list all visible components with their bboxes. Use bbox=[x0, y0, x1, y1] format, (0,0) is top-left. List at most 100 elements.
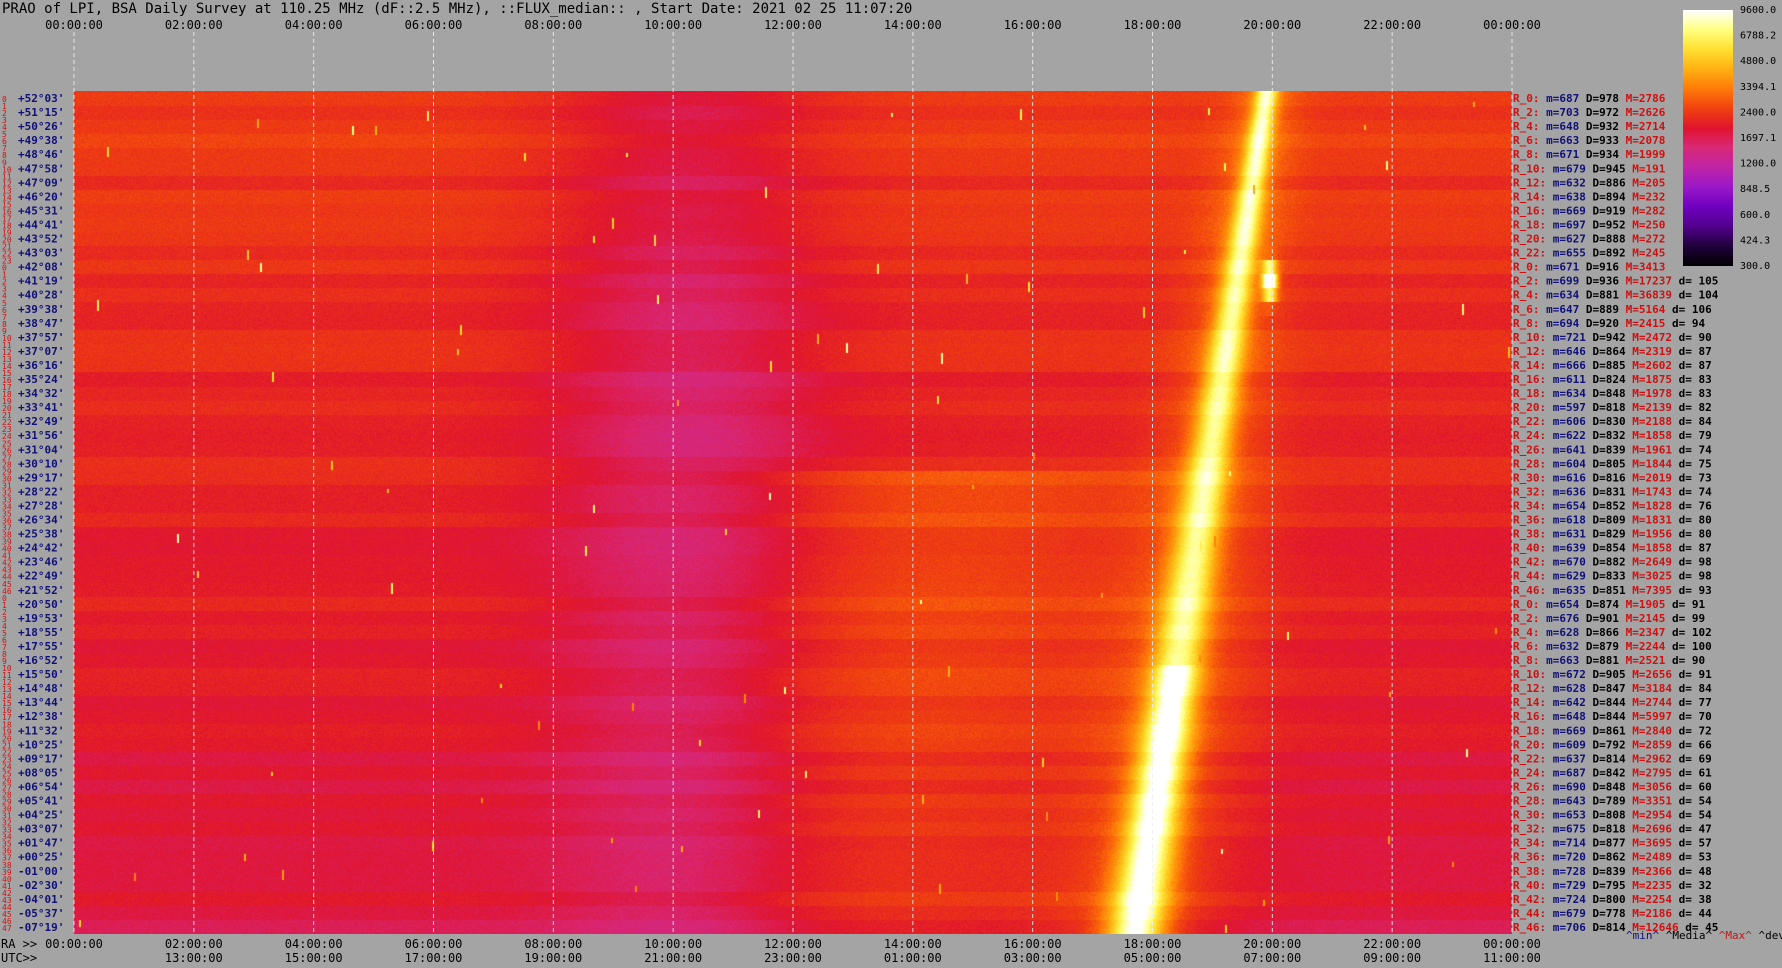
top-tick-label: 18:00:00 bbox=[1124, 18, 1182, 32]
declination-label: +26°34' bbox=[18, 514, 64, 527]
declination-label: +43°52' bbox=[18, 233, 64, 246]
beam-stat-row: R_36: m=618 D=809 M=1831 d= 80 bbox=[1513, 514, 1712, 527]
declination-label: +48°46' bbox=[18, 148, 64, 161]
declination-label: +16°52' bbox=[18, 654, 64, 667]
declination-label: +14°48' bbox=[18, 682, 64, 695]
beam-stat-row: R_0: m=671 D=916 M=3413 bbox=[1513, 261, 1665, 274]
beam-stat-row: R_6: m=663 D=933 M=2078 bbox=[1513, 134, 1665, 147]
beam-stat-row: R_26: m=641 D=839 M=1961 d= 74 bbox=[1513, 443, 1712, 456]
ra-tick-label: 20:00:00 bbox=[1243, 937, 1301, 951]
declination-label: +37°57' bbox=[18, 331, 64, 344]
colorbar-tick-label: 2400.0 bbox=[1740, 107, 1776, 118]
declination-label: +17°55' bbox=[18, 640, 64, 653]
ra-tick-label: 14:00:00 bbox=[884, 937, 942, 951]
colorbar-tick-label: 848.5 bbox=[1740, 184, 1770, 195]
declination-label: +31°04' bbox=[18, 443, 64, 456]
ra-tick-label: 06:00:00 bbox=[405, 937, 463, 951]
beam-stat-row: R_16: m=611 D=824 M=1875 d= 83 bbox=[1513, 373, 1712, 386]
beam-stat-row: R_2: m=699 D=936 M=17237 d= 105 bbox=[1513, 275, 1718, 288]
declination-label: +31°56' bbox=[18, 429, 64, 442]
declination-label: +45°31' bbox=[18, 204, 64, 217]
declination-label: +06°54' bbox=[18, 780, 64, 793]
beam-number-label: 47 bbox=[2, 924, 12, 933]
declination-label: +11°32' bbox=[18, 724, 64, 737]
utc-tick-label: 07:00:00 bbox=[1243, 951, 1301, 965]
beam-stat-row: R_42: m=670 D=882 M=2649 d= 98 bbox=[1513, 556, 1712, 569]
declination-label: +20°50' bbox=[18, 598, 64, 611]
ra-tick-label: 10:00:00 bbox=[644, 937, 702, 951]
utc-tick-label: 15:00:00 bbox=[285, 951, 343, 965]
declination-label: +46°20' bbox=[18, 190, 64, 203]
declination-label: +25°38' bbox=[18, 528, 64, 541]
utc-tick-label: 13:00:00 bbox=[165, 951, 223, 965]
beam-stat-row: R_10: m=672 D=905 M=2656 d= 91 bbox=[1513, 668, 1712, 681]
beam-stat-row: R_34: m=654 D=852 M=1828 d= 76 bbox=[1513, 499, 1712, 512]
beam-stat-row: R_34: m=714 D=877 M=3695 d= 57 bbox=[1513, 837, 1712, 850]
top-tick-label: 20:00:00 bbox=[1243, 18, 1301, 32]
declination-label: +52°03' bbox=[18, 92, 64, 105]
beam-stat-row: R_0: m=687 D=978 M=2786 bbox=[1513, 92, 1666, 105]
ra-tick-label: 00:00:00 bbox=[45, 937, 103, 951]
beam-stat-row: R_2: m=703 D=972 M=2626 bbox=[1513, 106, 1666, 119]
declination-label: +38°47' bbox=[18, 317, 64, 330]
top-tick-label: 04:00:00 bbox=[285, 18, 343, 32]
beam-stat-row: R_4: m=628 D=866 M=2347 d= 102 bbox=[1513, 626, 1712, 639]
beam-stat-row: R_4: m=648 D=932 M=2714 bbox=[1513, 120, 1666, 133]
colorbar-tick-label: 600.0 bbox=[1740, 210, 1770, 221]
beam-stat-row: R_20: m=627 D=888 M=272 bbox=[1513, 233, 1665, 246]
declination-label: +47°58' bbox=[18, 162, 64, 175]
top-tick-label: 10:00:00 bbox=[644, 18, 702, 32]
declination-label: +43°03' bbox=[18, 247, 64, 260]
beam-stat-row: R_8: m=694 D=920 M=2415 d= 94 bbox=[1513, 317, 1705, 330]
declination-label: -01°00' bbox=[18, 865, 64, 878]
beam-stat-row: R_8: m=663 D=881 M=2521 d= 90 bbox=[1513, 654, 1705, 667]
declination-label: +27°28' bbox=[18, 499, 64, 512]
beam-stat-row: R_4: m=634 D=881 M=36839 d= 104 bbox=[1513, 289, 1719, 302]
declination-label: +03°07' bbox=[18, 823, 64, 836]
declination-label: +22°49' bbox=[18, 570, 64, 583]
ra-tick-label: 22:00:00 bbox=[1363, 937, 1421, 951]
top-tick-label: 16:00:00 bbox=[1004, 18, 1062, 32]
colorbar-tick-label: 424.3 bbox=[1740, 235, 1770, 246]
ra-axis-prefix: RA >> bbox=[1, 937, 37, 951]
colorbar-tick-label: 1200.0 bbox=[1740, 159, 1776, 170]
declination-label: -04°01' bbox=[18, 893, 64, 906]
declination-label: +49°38' bbox=[18, 134, 64, 147]
colorbar-tick-label: 1697.1 bbox=[1740, 133, 1776, 144]
declination-label: +00°25' bbox=[18, 851, 64, 864]
beam-stat-row: R_30: m=653 D=808 M=2954 d= 54 bbox=[1513, 809, 1712, 822]
utc-tick-label: 05:00:00 bbox=[1124, 951, 1182, 965]
colorbar: 9600.0 6788.2 4800.0 3394.1 2400.0 1697.1 1200… bbox=[1683, 5, 1776, 272]
ra-tick-label: 12:00:00 bbox=[764, 937, 822, 951]
utc-tick-label: 01:00:00 bbox=[884, 951, 942, 965]
declination-label: +10°25' bbox=[18, 738, 64, 751]
beam-stat-row: R_32: m=675 D=818 M=2696 d= 47 bbox=[1513, 823, 1712, 836]
bottom-time-axis: RA >> 00:00:00 02:00:00 04:00:00 06:00:00 08:… bbox=[1, 937, 1541, 965]
beam-stat-row: R_44: m=629 D=833 M=3025 d= 98 bbox=[1513, 570, 1712, 583]
beam-stat-row: R_32: m=636 D=831 M=1743 d= 74 bbox=[1513, 485, 1712, 498]
beam-stat-row: R_44: m=679 D=778 M=2186 d= 44 bbox=[1513, 907, 1712, 920]
beam-stat-row: R_28: m=604 D=805 M=1844 d= 75 bbox=[1513, 457, 1712, 470]
ra-tick-label: 16:00:00 bbox=[1004, 937, 1062, 951]
declination-label: +30°10' bbox=[18, 457, 64, 470]
beam-stat-row: R_14: m=642 D=844 M=2744 d= 77 bbox=[1513, 696, 1712, 709]
utc-axis-prefix: UTC>> bbox=[1, 951, 37, 965]
colorbar-tick-label: 9600.0 bbox=[1740, 5, 1776, 16]
beam-stat-row: R_38: m=728 D=839 M=2366 d= 48 bbox=[1513, 865, 1712, 878]
declination-label: +36°16' bbox=[18, 359, 64, 372]
top-time-axis: 00:00:00 02:00:00 04:00:00 06:00:00 08:00:00… bbox=[45, 18, 1541, 32]
beam-stat-row: R_24: m=687 D=842 M=2795 d= 61 bbox=[1513, 766, 1712, 779]
beam-stat-row: R_14: m=638 D=894 M=232 bbox=[1513, 190, 1665, 203]
declination-label: +01°47' bbox=[18, 837, 64, 850]
beam-stat-row: R_28: m=643 D=789 M=3351 d= 54 bbox=[1513, 795, 1712, 808]
beam-stat-row: R_16: m=648 D=844 M=5997 d= 70 bbox=[1513, 710, 1712, 723]
declination-label: +19°53' bbox=[18, 612, 64, 625]
declination-label: +28°22' bbox=[18, 485, 64, 498]
colorbar-tick-label: 6788.2 bbox=[1740, 31, 1776, 42]
declination-label: +04°25' bbox=[18, 809, 64, 822]
declination-label: +18°55' bbox=[18, 626, 64, 639]
declination-label: +05°41' bbox=[18, 795, 64, 808]
colorbar-tick-label: 4800.0 bbox=[1740, 56, 1776, 67]
declination-label: -05°37' bbox=[18, 907, 64, 920]
declination-label: +08°05' bbox=[18, 766, 64, 779]
